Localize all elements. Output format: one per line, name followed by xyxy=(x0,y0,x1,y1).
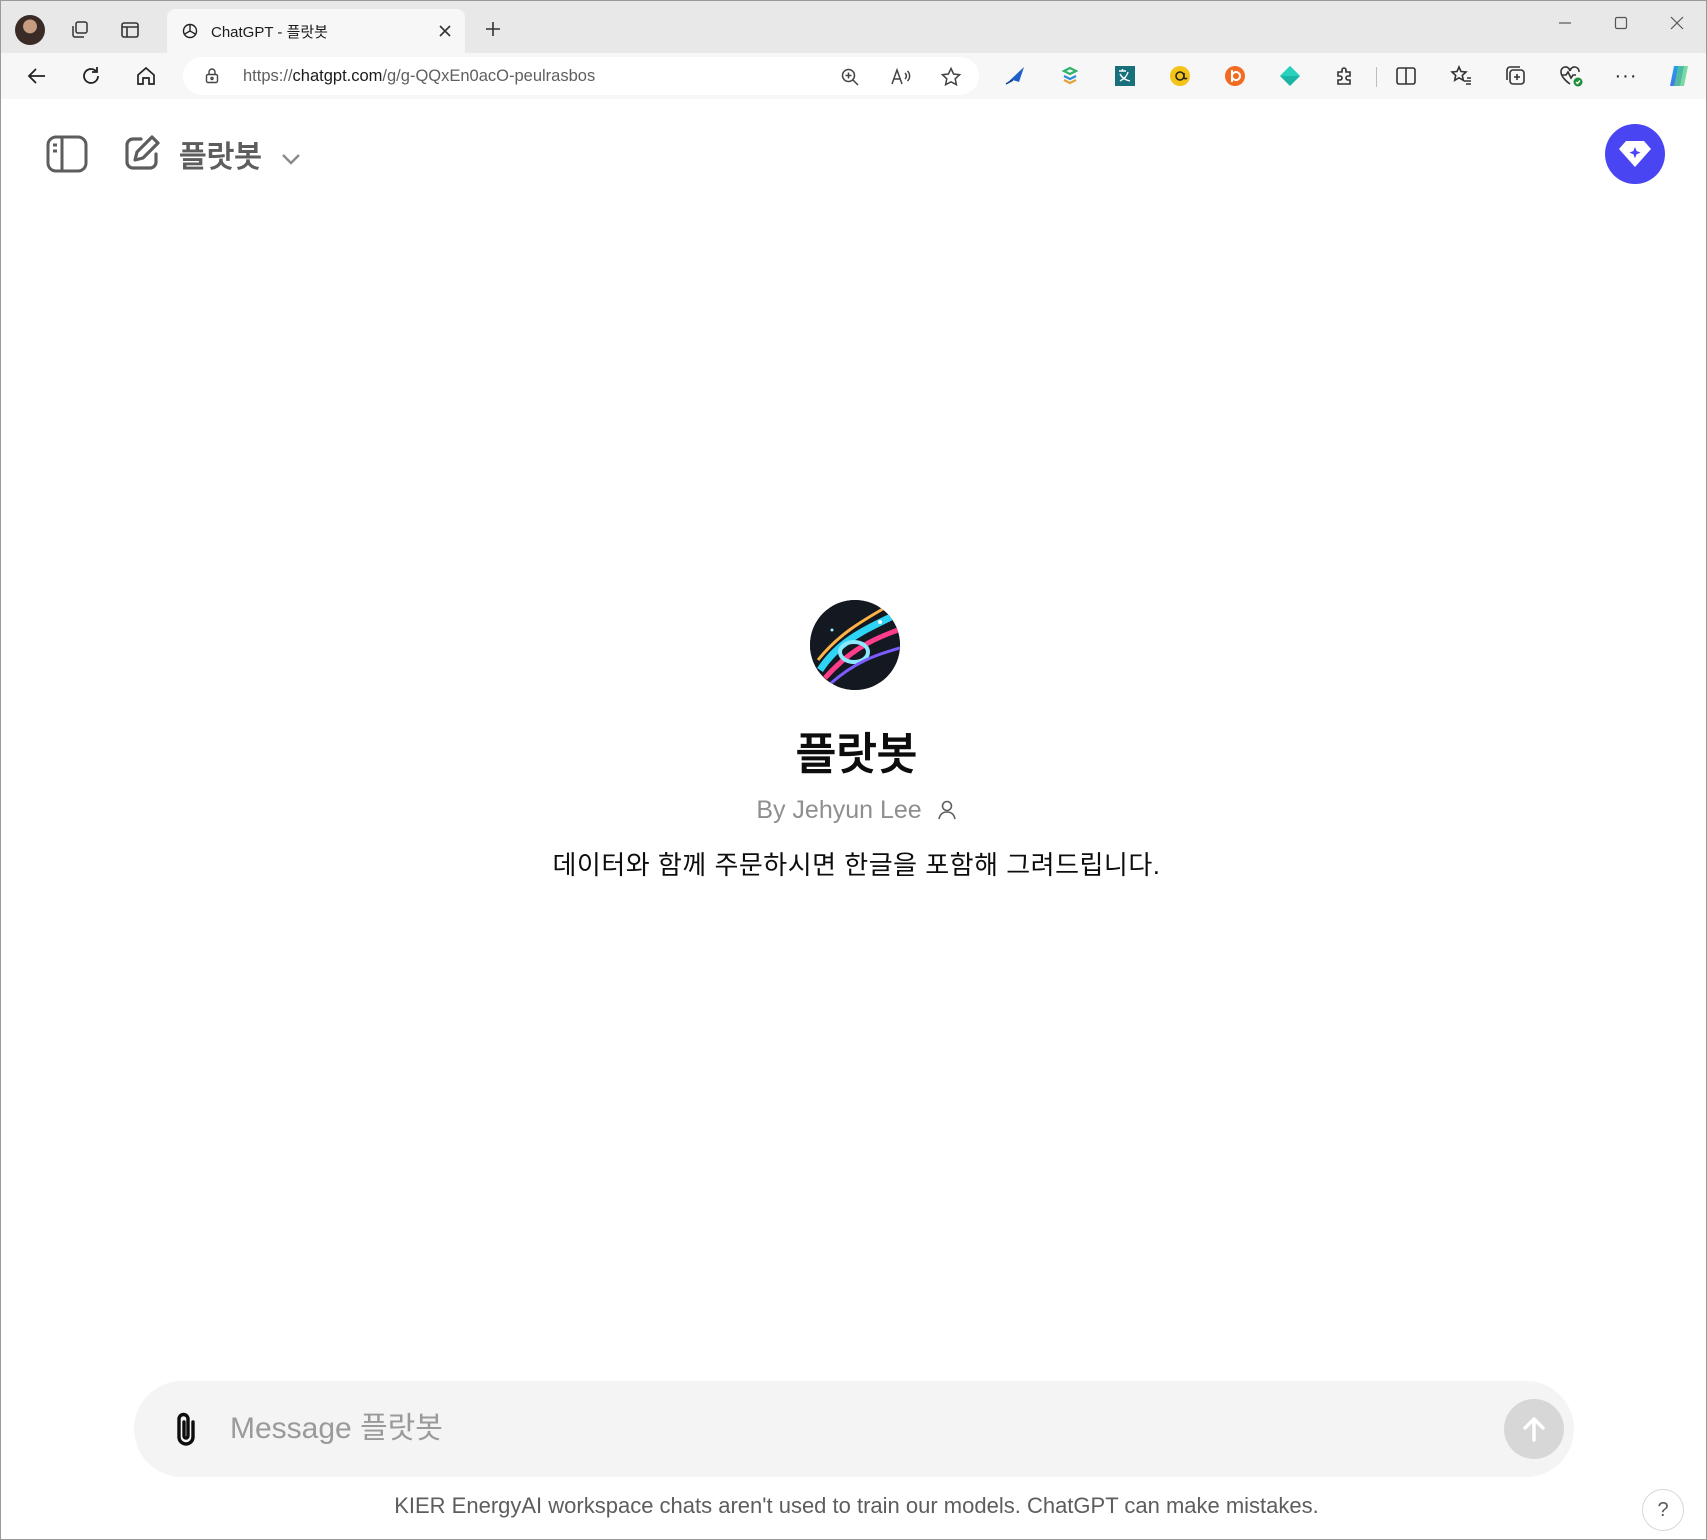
message-input[interactable] xyxy=(230,1407,1380,1451)
lock-icon[interactable] xyxy=(203,67,221,90)
gpt-name: 플랏봇 xyxy=(795,730,918,779)
extension-at-icon[interactable] xyxy=(1165,61,1195,91)
minimize-button[interactable] xyxy=(1539,7,1591,39)
extension-diamond-icon[interactable] xyxy=(1275,61,1305,91)
gpt-author-line[interactable]: By Jehyun Lee xyxy=(9,795,1704,825)
attach-button[interactable] xyxy=(164,1407,208,1451)
gpt-author: By Jehyun Lee xyxy=(756,795,922,824)
user-icon xyxy=(937,801,956,820)
diamond-sparkle-icon xyxy=(1619,141,1651,167)
copilot-icon[interactable] xyxy=(1664,61,1694,91)
new-chat-icon xyxy=(125,135,160,170)
new-chat-button[interactable] xyxy=(119,130,165,176)
extension-quill-icon[interactable] xyxy=(1000,61,1030,91)
favorites-icon[interactable] xyxy=(1446,61,1476,91)
message-composer xyxy=(134,1381,1574,1477)
read-aloud-icon[interactable] xyxy=(888,64,914,90)
extension-layers-icon[interactable] xyxy=(1055,61,1085,91)
browser-tab[interactable]: ChatGPT - 플랏봇 xyxy=(167,9,465,53)
chatgpt-logo-icon xyxy=(181,22,199,40)
help-button[interactable]: ? xyxy=(1642,1489,1684,1531)
send-button[interactable] xyxy=(1504,1399,1564,1459)
arrow-up-icon xyxy=(1523,1417,1545,1442)
new-tab-button[interactable] xyxy=(477,13,509,45)
url-text[interactable]: https://chatgpt.com/g/g-QQxEn0acO-peulra… xyxy=(243,67,595,86)
extensions-puzzle-icon[interactable] xyxy=(1330,61,1360,91)
more-icon: ··· xyxy=(1614,64,1638,87)
tab-actions-icon[interactable] xyxy=(113,13,147,47)
extension-b-icon[interactable] xyxy=(1220,61,1250,91)
close-window-button[interactable] xyxy=(1651,7,1703,39)
address-bar[interactable]: https://chatgpt.com/g/g-QQxEn0acO-peulra… xyxy=(183,57,979,95)
workspaces-icon[interactable] xyxy=(63,13,97,47)
premium-button[interactable] xyxy=(1605,124,1665,184)
maximize-button[interactable] xyxy=(1595,7,1647,39)
more-menu-button[interactable]: ··· xyxy=(1611,61,1641,91)
gpt-avatar xyxy=(810,600,900,690)
browser-toolbar: https://chatgpt.com/g/g-QQxEn0acO-peulra… xyxy=(1,53,1706,99)
disclaimer-text: KIER EnergyAI workspace chats aren't use… xyxy=(394,1493,1319,1518)
split-screen-icon[interactable] xyxy=(1391,61,1421,91)
extension-translate-icon[interactable] xyxy=(1110,61,1140,91)
chat-page: 플랏봇 플랏봇 By Jehyun Lee 데이터와 함께 주문하시면 한글을 … xyxy=(9,100,1704,1535)
home-button[interactable] xyxy=(128,58,164,94)
tab-title: ChatGPT - 플랏봇 xyxy=(211,24,328,41)
browser-essentials-icon[interactable] xyxy=(1556,61,1586,91)
tab-strip: ChatGPT - 플랏봇 xyxy=(1,1,1706,53)
favorite-star-icon[interactable] xyxy=(938,64,964,90)
gpt-description: 데이터와 함께 주문하시면 한글을 포함해 그려드립니다. xyxy=(552,850,1161,880)
browser-window: ChatGPT - 플랏봇 https://chatgpt.com/g/g-QQ… xyxy=(0,0,1707,1540)
back-button[interactable] xyxy=(19,58,55,94)
model-selector[interactable]: 플랏봇 xyxy=(179,132,302,176)
collections-icon[interactable] xyxy=(1501,61,1531,91)
chevron-down-icon xyxy=(282,154,301,165)
zoom-icon[interactable] xyxy=(837,64,863,90)
refresh-button[interactable] xyxy=(73,58,109,94)
paperclip-icon xyxy=(177,1412,195,1446)
sidebar-toggle-icon xyxy=(46,135,88,173)
close-tab-button[interactable] xyxy=(433,19,457,43)
profile-avatar[interactable] xyxy=(15,15,45,45)
toolbar-divider xyxy=(1376,67,1377,87)
sidebar-toggle-button[interactable] xyxy=(43,130,91,178)
model-title: 플랏봇 xyxy=(179,141,262,174)
